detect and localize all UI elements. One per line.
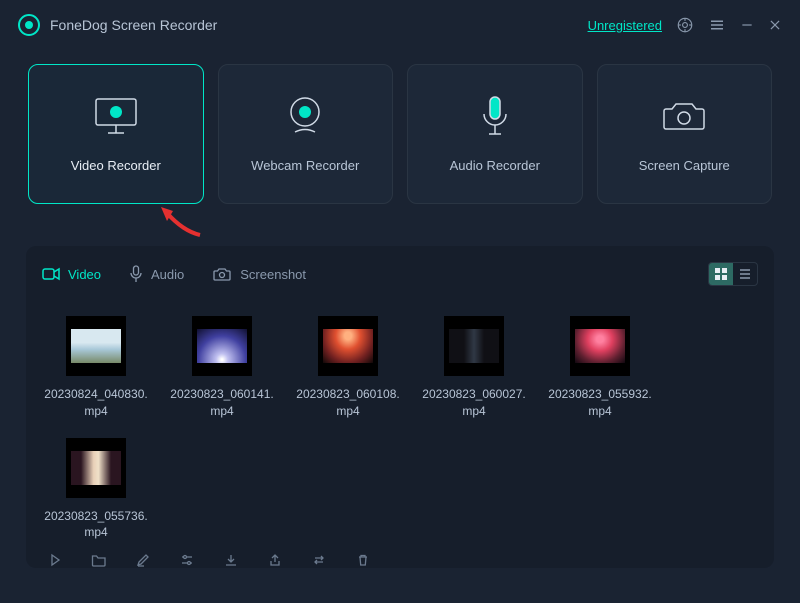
bottom-toolbar bbox=[42, 541, 758, 581]
tab-screenshot[interactable]: Screenshot bbox=[212, 266, 306, 282]
view-toggle bbox=[708, 262, 758, 286]
convert-icon[interactable] bbox=[310, 551, 328, 569]
recording-item[interactable]: 20230823_060027.mp4 bbox=[420, 316, 528, 420]
file-name: 20230823_060027.mp4 bbox=[420, 386, 528, 420]
tab-video[interactable]: Video bbox=[42, 267, 101, 282]
recordings-panel: Video Audio Screenshot 20230824_040830.m… bbox=[26, 246, 774, 568]
thumbnail-icon bbox=[570, 316, 630, 376]
tab-row: Video Audio Screenshot bbox=[42, 258, 758, 298]
title-right: Unregistered bbox=[588, 16, 782, 34]
recording-item[interactable]: 20230823_060108.mp4 bbox=[294, 316, 402, 420]
thumbnail-icon bbox=[66, 316, 126, 376]
tab-label: Audio bbox=[151, 267, 184, 282]
mode-label: Audio Recorder bbox=[450, 158, 540, 173]
folder-icon[interactable] bbox=[90, 551, 108, 569]
edit-icon[interactable] bbox=[134, 551, 152, 569]
file-name: 20230824_040830.mp4 bbox=[42, 386, 150, 420]
thumbnail-icon bbox=[444, 316, 504, 376]
settings-gear-icon[interactable] bbox=[676, 16, 694, 34]
monitor-record-icon bbox=[90, 96, 142, 136]
list-view-button[interactable] bbox=[733, 263, 757, 285]
close-icon[interactable] bbox=[768, 18, 782, 32]
thumbnail-icon bbox=[192, 316, 252, 376]
mode-audio-recorder[interactable]: Audio Recorder bbox=[407, 64, 583, 204]
camera-icon bbox=[660, 96, 708, 136]
mode-label: Screen Capture bbox=[639, 158, 730, 173]
share-icon[interactable] bbox=[266, 551, 284, 569]
webcam-icon bbox=[283, 96, 327, 136]
file-name: 20230823_055932.mp4 bbox=[546, 386, 654, 420]
grid-view-button[interactable] bbox=[709, 263, 733, 285]
recording-item[interactable]: 20230824_040830.mp4 bbox=[42, 316, 150, 420]
app-logo-icon bbox=[18, 14, 40, 36]
file-name: 20230823_060108.mp4 bbox=[294, 386, 402, 420]
mode-row: Video Recorder Webcam Recorder Audio Rec… bbox=[0, 50, 800, 204]
tab-left: Video Audio Screenshot bbox=[42, 265, 306, 283]
thumbnail-icon bbox=[66, 438, 126, 498]
title-bar: FoneDog Screen Recorder Unregistered bbox=[0, 0, 800, 50]
minimize-icon[interactable] bbox=[740, 18, 754, 32]
mode-label: Video Recorder bbox=[71, 158, 161, 173]
recording-item[interactable]: 20230823_055736.mp4 bbox=[42, 438, 150, 542]
file-name: 20230823_060141.mp4 bbox=[168, 386, 276, 420]
thumbnail-icon bbox=[318, 316, 378, 376]
mode-webcam-recorder[interactable]: Webcam Recorder bbox=[218, 64, 394, 204]
recording-item[interactable]: 20230823_060141.mp4 bbox=[168, 316, 276, 420]
annotation-arrow-icon bbox=[155, 205, 205, 239]
hamburger-menu-icon[interactable] bbox=[708, 16, 726, 34]
unregistered-link[interactable]: Unregistered bbox=[588, 18, 662, 33]
title-left: FoneDog Screen Recorder bbox=[18, 14, 217, 36]
tab-label: Video bbox=[68, 267, 101, 282]
mode-screen-capture[interactable]: Screen Capture bbox=[597, 64, 773, 204]
app-title: FoneDog Screen Recorder bbox=[50, 17, 217, 33]
mode-label: Webcam Recorder bbox=[251, 158, 359, 173]
play-icon[interactable] bbox=[46, 551, 64, 569]
file-name: 20230823_055736.mp4 bbox=[42, 508, 150, 542]
recording-item[interactable]: 20230823_055932.mp4 bbox=[546, 316, 654, 420]
microphone-icon bbox=[477, 96, 513, 136]
download-icon[interactable] bbox=[222, 551, 240, 569]
thumbnail-grid: 20230824_040830.mp4 20230823_060141.mp4 20… bbox=[42, 298, 758, 541]
sliders-icon[interactable] bbox=[178, 551, 196, 569]
tab-audio[interactable]: Audio bbox=[129, 265, 184, 283]
mode-video-recorder[interactable]: Video Recorder bbox=[28, 64, 204, 204]
tab-label: Screenshot bbox=[240, 267, 306, 282]
trash-icon[interactable] bbox=[354, 551, 372, 569]
